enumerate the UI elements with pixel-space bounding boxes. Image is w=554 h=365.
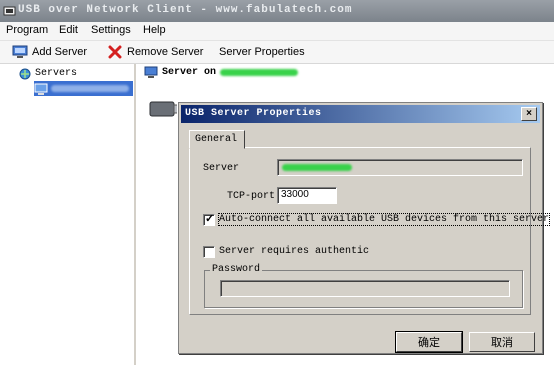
close-button[interactable]: × [521,107,537,121]
tcp-port-label: TCP-port [227,191,276,202]
tab-general[interactable]: General [189,130,245,149]
computer-icon [34,83,48,95]
server-label: Server [203,163,240,174]
auth-checkbox[interactable] [203,246,215,258]
add-server-icon [12,45,28,58]
password-label: Password [210,264,263,275]
auth-label[interactable]: Server requires authentic [219,246,369,257]
tree-item-server[interactable] [34,81,133,96]
close-icon: × [526,108,532,119]
remove-icon [108,45,122,59]
usb-device-icon [149,101,181,117]
auto-connect-label[interactable]: Auto-connect all available USB devices f… [217,213,551,226]
password-group: Password [204,264,523,308]
server-tree: Servers [0,64,136,365]
redacted-server-name [51,85,129,92]
menu-help[interactable]: Help [143,24,166,36]
redacted-server-name [220,68,299,76]
window-titlebar: USB over Network Client - www.fabulatech… [0,0,554,22]
server-properties-label: Server Properties [219,46,305,58]
auto-connect-checkbox[interactable]: ✓ [203,213,215,226]
menu-program[interactable]: Program [6,24,48,36]
password-field[interactable] [220,280,510,297]
tree-item-servers[interactable]: Servers [18,66,77,81]
menu-edit[interactable]: Edit [59,24,78,36]
toolbar: Add Server Remove Server Server Properti… [0,41,554,64]
dialog-title: USB Server Properties [185,108,322,119]
detail-header: Server on [144,66,299,78]
menu-settings[interactable]: Settings [91,24,131,36]
dialog-titlebar: USB Server Properties × [181,105,540,123]
tcp-port-value: 33000 [281,189,309,200]
window-title: USB over Network Client - www.fabulatech… [18,4,353,16]
computer-icon [144,66,158,78]
remove-server-label: Remove Server [127,46,204,58]
app-icon [3,6,16,16]
add-server-button[interactable]: Add Server [12,44,87,60]
network-icon [19,68,31,79]
redacted-server-address [282,164,352,171]
cancel-label: 取消 [491,337,513,349]
tree-root-label: Servers [35,68,78,79]
server-field [277,159,523,176]
ok-button[interactable]: 确定 [395,331,463,353]
server-properties-button[interactable]: Server Properties [219,44,305,60]
menu-bar: Program Edit Settings Help [0,22,554,41]
server-properties-dialog: USB Server Properties × General Server T… [178,102,551,354]
detail-header-text: Server on [162,66,217,78]
remove-server-button[interactable]: Remove Server [107,44,203,60]
ok-label: 确定 [418,337,440,349]
tab-general-label: General [195,134,238,145]
cancel-button[interactable]: 取消 [469,332,535,352]
tcp-port-field[interactable]: 33000 [277,187,337,204]
check-mark-icon: ✓ [205,213,215,225]
add-server-label: Add Server [32,46,88,58]
